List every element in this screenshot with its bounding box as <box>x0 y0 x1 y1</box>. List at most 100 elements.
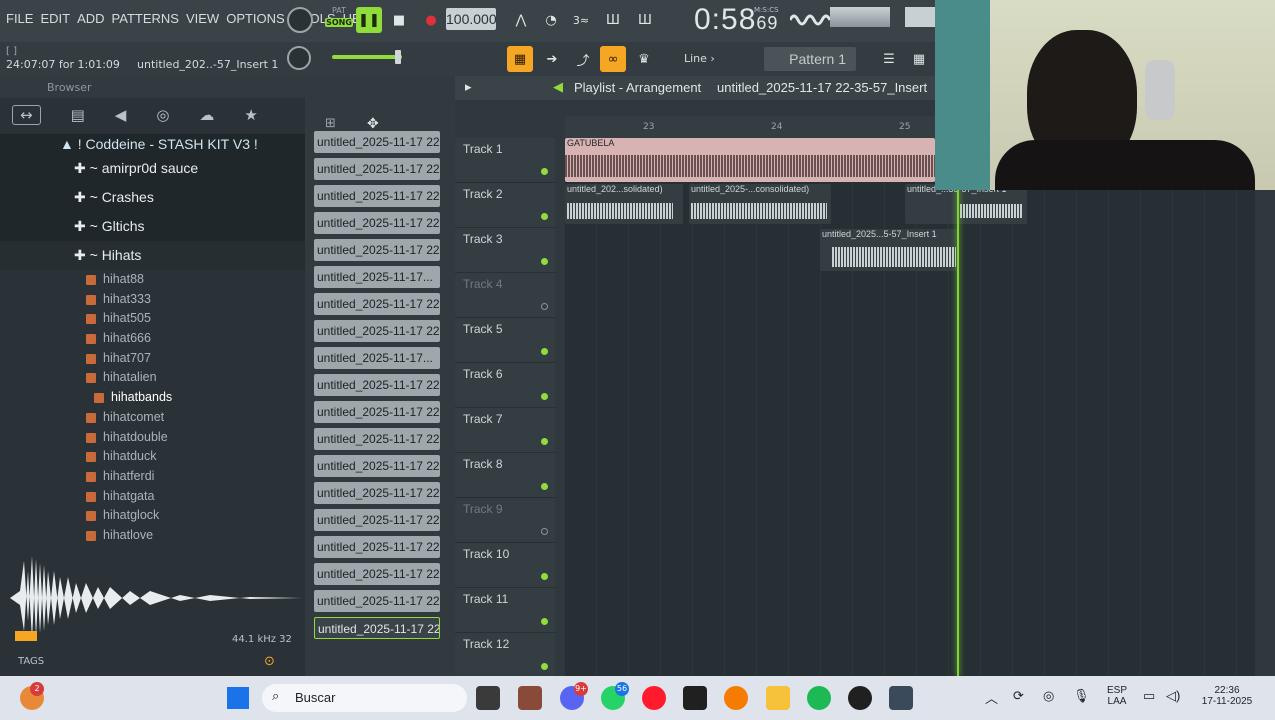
speaker-tab-icon[interactable]: ◀ <box>115 106 127 124</box>
menu-patterns[interactable]: PATTERNS <box>112 11 179 26</box>
folder-icon[interactable] <box>766 686 790 710</box>
track-header[interactable]: Track 10 <box>455 543 555 588</box>
file-item[interactable]: hihatlove <box>0 526 305 546</box>
picker-grid-icon[interactable]: ⊞ <box>325 116 336 131</box>
loop-record-icon[interactable]: Ш <box>632 7 658 33</box>
picker-clip-item[interactable]: untitled_2025-11-17 22-... <box>314 563 440 585</box>
blend-notes-icon[interactable]: Ш <box>600 7 626 33</box>
stop-button[interactable]: ■ <box>386 7 412 33</box>
track-header[interactable]: Track 8 <box>455 453 555 498</box>
sync-icon[interactable]: ⟳ <box>1013 688 1024 704</box>
picker-clip-item[interactable]: untitled_2025-11-17... <box>314 347 440 369</box>
picker-clip-item[interactable]: untitled_2025-11-17 22-... <box>314 455 440 477</box>
track-header[interactable]: Track 4 <box>455 273 555 318</box>
wait-input-icon[interactable]: ◔ <box>538 7 564 33</box>
file-item[interactable]: hihatalien <box>0 368 305 388</box>
track-header[interactable]: Track 11 <box>455 588 555 633</box>
audio-clip[interactable]: untitled_2025-...consolidated) <box>689 184 831 224</box>
audio-clip[interactable]: untitled_...35-57_Insert 1 <box>905 184 1027 224</box>
picker-clip-item[interactable]: untitled_2025-11-17 22-... <box>314 536 440 558</box>
menu-add[interactable]: ADD <box>77 11 104 26</box>
arrow-icon[interactable]: ➔ <box>539 46 565 72</box>
track-mute-led[interactable] <box>541 573 548 580</box>
menu-view[interactable]: VIEW <box>186 11 219 26</box>
track-header[interactable]: Track 12 <box>455 633 555 678</box>
master-pitch-knob[interactable] <box>287 7 313 33</box>
spotify-icon[interactable] <box>807 686 831 710</box>
stamp-icon[interactable]: ♛ <box>631 46 657 72</box>
globe-tab-icon[interactable]: ◎ <box>156 106 169 124</box>
picker-clip-item[interactable]: untitled_2025-11-17 22-... <box>314 131 440 153</box>
all-tab-icon[interactable]: ↔ <box>12 105 41 125</box>
fl-studio-icon[interactable] <box>724 686 748 710</box>
search-icon[interactable]: ⊙ <box>264 654 275 669</box>
track-header[interactable]: Track 9 <box>455 498 555 543</box>
picker-tool-icon[interactable]: ✥ <box>367 116 379 132</box>
countdown-icon[interactable]: 3≈ <box>568 7 594 33</box>
file-item[interactable]: hihat707 <box>0 349 305 369</box>
star-tab-icon[interactable]: ★ <box>244 106 257 124</box>
taskbar-search[interactable]: Buscar <box>262 684 467 712</box>
audio-clip[interactable]: GATUBELA <box>565 138 935 182</box>
playlist-view-icon[interactable]: ☰ <box>876 46 902 72</box>
picker-clip-item[interactable]: untitled_2025-11-17 22-... <box>314 590 440 612</box>
track-mute-led[interactable] <box>541 258 548 265</box>
snap-selector[interactable]: Line › <box>676 48 740 70</box>
track-header[interactable]: Track 7 <box>455 408 555 453</box>
plug-icon[interactable]: ⤴ <box>570 46 596 72</box>
pat-song-toggle[interactable]: PAT SONG <box>325 6 353 34</box>
folder-amirprod[interactable]: ✚ ~ amirpr0d sauce <box>0 154 305 183</box>
master-volume-handle[interactable] <box>395 50 401 64</box>
track-mute-led[interactable] <box>541 663 548 670</box>
picker-clip-item[interactable]: untitled_2025-11-17 22-... <box>314 158 440 180</box>
master-volume-slider[interactable] <box>332 55 402 59</box>
file-item[interactable]: hihatduck <box>0 447 305 467</box>
folder-stash-kit[interactable]: ▲ ! Coddeine - STASH KIT V3 ! <box>0 134 305 154</box>
folder-hihats[interactable]: ✚ ~ Hihats <box>0 241 305 270</box>
folder-glitchs[interactable]: ✚ ~ Gltichs <box>0 212 305 241</box>
track-mute-led[interactable] <box>541 438 548 445</box>
pattern-selector[interactable]: Pattern 1 <box>764 47 856 71</box>
file-item[interactable]: hihatdouble <box>0 428 305 448</box>
track-header[interactable]: Track 6 <box>455 363 555 408</box>
pause-button[interactable]: ❚❚ <box>356 7 382 33</box>
display-icon[interactable]: ▭ <box>1143 688 1155 704</box>
chevron-up-icon[interactable]: ︿ <box>985 688 998 707</box>
link-icon[interactable]: ∞ <box>600 46 626 72</box>
track-mute-led[interactable] <box>541 393 548 400</box>
picker-clip-item[interactable]: untitled_2025-11-17 22-... <box>314 239 440 261</box>
app-icon[interactable] <box>518 686 542 710</box>
file-item[interactable]: hihat505 <box>0 309 305 329</box>
network-icon[interactable]: ◎ <box>1043 688 1054 704</box>
folder-crashes[interactable]: ✚ ~ Crashes <box>0 183 305 212</box>
file-item[interactable]: hihatcomet <box>0 408 305 428</box>
file-item[interactable]: hihat333 <box>0 290 305 310</box>
picker-clip-item[interactable]: untitled_2025-11-17 22-... <box>314 185 440 207</box>
windows-start-icon[interactable] <box>227 687 249 709</box>
file-item[interactable]: hihat88 <box>0 270 305 290</box>
mixer-icon[interactable]: ▦ <box>906 46 932 72</box>
track-header[interactable]: Track 2 <box>455 183 555 228</box>
audio-clip[interactable]: untitled_202...solidated) <box>565 184 683 224</box>
picker-clip-item[interactable]: untitled_2025-11-17 22-... <box>314 509 440 531</box>
track-mute-led[interactable] <box>541 618 548 625</box>
obs-icon[interactable] <box>848 686 872 710</box>
track-mute-led[interactable] <box>541 303 548 310</box>
master-knob[interactable] <box>287 46 311 70</box>
track-header[interactable]: Track 1 <box>455 138 555 183</box>
menu-file[interactable]: FILE <box>6 11 33 26</box>
file-explorer-icon[interactable] <box>476 686 500 710</box>
track-mute-led[interactable] <box>541 528 548 535</box>
file-item[interactable]: hihat666 <box>0 329 305 349</box>
picker-clip-item[interactable]: untitled_2025-11-17 22-... <box>314 428 440 450</box>
cloud-tab-icon[interactable]: ☁ <box>199 106 214 124</box>
track-mute-led[interactable] <box>541 168 548 175</box>
picker-clip-item[interactable]: untitled_2025-11-17 22-... <box>314 482 440 504</box>
picker-clip-item[interactable]: untitled_2025-11-17 22-... <box>314 401 440 423</box>
track-mute-led[interactable] <box>541 348 548 355</box>
audio-clip[interactable]: untitled_2025...5-57_Insert 1 <box>820 229 958 271</box>
picker-clip-item[interactable]: untitled_2025-11-17 22-... <box>314 293 440 315</box>
picker-clip-item[interactable]: untitled_2025-11-17 22-... <box>314 212 440 234</box>
files-tab-icon[interactable]: ▤ <box>71 106 85 124</box>
playlist-snap-icon[interactable]: ▦ <box>507 46 533 72</box>
